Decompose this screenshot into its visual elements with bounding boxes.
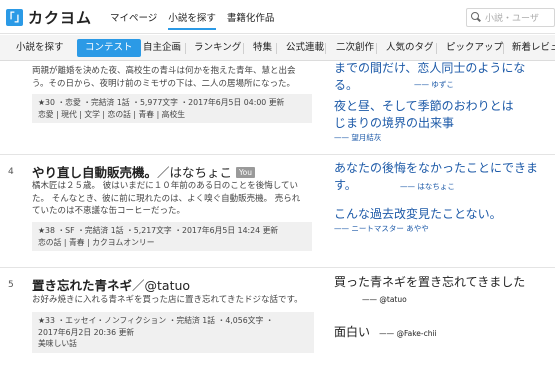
review-author[interactable]: —— 望月結灰 xyxy=(334,132,549,143)
tab-official-serial[interactable]: 公式連載 xyxy=(286,40,324,56)
review-author[interactable]: —— はなちょこ xyxy=(400,181,455,192)
tab-pickup[interactable]: ピックアップ xyxy=(446,40,503,56)
tab-fan-fiction[interactable]: 二次創作 xyxy=(336,40,374,56)
work-title-line[interactable]: 置き忘れた青ネギ／@tatuo xyxy=(32,275,190,294)
work-author[interactable]: ／@tatuo xyxy=(132,278,190,293)
work-description: 両親が離婚を決めた夜、高校生の青斗は何かを抱えた青年、慧と出会 う。その日から、… xyxy=(32,66,296,89)
work-title[interactable]: やり直し自動販売機。 xyxy=(32,165,157,180)
tab-popular-tags[interactable]: 人気のタグ xyxy=(386,40,434,56)
search-icon[interactable] xyxy=(467,9,483,26)
nav-mypage[interactable]: マイページ xyxy=(110,10,157,30)
work-title[interactable]: 置き忘れた青ネギ xyxy=(32,278,132,293)
tab-separator xyxy=(185,43,186,54)
nav-find-novels[interactable]: 小説を探す xyxy=(168,10,216,30)
site-logo[interactable]: 「」 カクヨム xyxy=(4,7,93,27)
work-tags[interactable]: 恋愛 | 現代 | 文学 | 恋の話 | 青春 | 高校生 xyxy=(38,109,306,121)
tab-separator xyxy=(376,43,377,54)
review-author[interactable]: —— ニートマスター あやや xyxy=(334,223,549,234)
review-author[interactable]: —— ゆずこ xyxy=(414,79,454,90)
review-snippet[interactable]: 面白い —— @Fake-chii xyxy=(334,321,549,341)
review-author[interactable]: —— @tatuo xyxy=(362,295,407,304)
row-divider xyxy=(0,267,555,268)
category-tabbar: 小説を探す コンテスト 自主企画 ランキング 特集 公式連載 二次創作 人気のタ… xyxy=(0,35,555,61)
nav-published-works[interactable]: 書籍化作品 xyxy=(227,10,275,30)
work-author[interactable]: ／はなちょこ xyxy=(157,165,232,180)
logo-text: カクヨム xyxy=(28,8,93,27)
review-snippet[interactable]: 買った青ネギを置き忘れてきました —— @tatuo xyxy=(334,274,549,304)
tab-ranking[interactable]: ランキング xyxy=(194,40,241,56)
search-box[interactable]: 小説・ユーザ xyxy=(466,8,555,27)
search-input[interactable]: 小説・ユーザ xyxy=(485,11,539,24)
work-meta: ★33 ・エッセイ・ノンフィクション ・完結済 1話 ・4,056文字 ・ 20… xyxy=(32,312,314,353)
tab-separator xyxy=(243,43,244,54)
tab-features[interactable]: 特集 xyxy=(253,40,272,56)
header-nav: マイページ 小説を探す 書籍化作品 xyxy=(110,10,274,30)
work-tags[interactable]: 恋の話 | 青春 | カクヨムオンリー xyxy=(38,237,306,249)
work-meta: ★38 ・SF ・完結済 1話 ・5,217文字 ・2017年6月5日 14:2… xyxy=(32,222,312,251)
rank-number: 4 xyxy=(8,167,14,177)
tab-separator xyxy=(436,43,437,54)
work-title-line[interactable]: やり直し自動販売機。／はなちょこ You xyxy=(32,162,255,181)
review-snippet[interactable]: 夜と昼、そして季節のおわりとはじまりの境界の出来事 —— 望月結灰 xyxy=(334,98,549,143)
row-divider xyxy=(0,154,555,155)
rank-number: 5 xyxy=(8,280,14,290)
tab-contest[interactable]: コンテスト xyxy=(77,39,141,57)
review-snippet[interactable]: こんな過去改変見たことない。 —— ニートマスター あやや xyxy=(334,206,549,234)
work-description: お好み焼きに入れる青ネギを買った店に置き忘れてきたドジな話です。 xyxy=(32,295,303,305)
ranking-list: 両親が離婚を決めた夜、高校生の青斗は何かを抱えた青年、慧と出会 う。その日から、… xyxy=(0,62,555,371)
tab-separator xyxy=(503,43,504,54)
site-header: 「」 カクヨム マイページ 小説を探す 書籍化作品 小説・ユーザ xyxy=(0,0,555,34)
tab-self-project[interactable]: 自主企画 xyxy=(143,40,181,56)
tab-separator xyxy=(325,43,326,54)
you-badge: You xyxy=(236,167,255,178)
review-author[interactable]: —— @Fake-chii xyxy=(379,329,437,338)
work-description: 橘木匠は２５歳。 彼はいまだに１０年前のある日のことを後悔してい た。 そんなと… xyxy=(32,181,301,216)
review-snippet[interactable]: あなたの後悔をなかったことにできます。 —— はなちょこ xyxy=(334,160,549,194)
tab-find-novels[interactable]: 小説を探す xyxy=(16,40,64,56)
work-tags[interactable]: 美味しい話 xyxy=(38,338,308,350)
review-snippet[interactable]: までの間だけ、恋人同士のようになる。 —— ゆずこ xyxy=(334,62,549,94)
tab-separator xyxy=(276,43,277,54)
tab-new-reviews[interactable]: 新着レビュー xyxy=(512,40,555,56)
work-meta: ★30 ・恋愛 ・完結済 1話 ・5,977文字 ・2017年6月5日 04:0… xyxy=(32,94,312,123)
logo-mark-icon: 「」 xyxy=(4,8,26,26)
